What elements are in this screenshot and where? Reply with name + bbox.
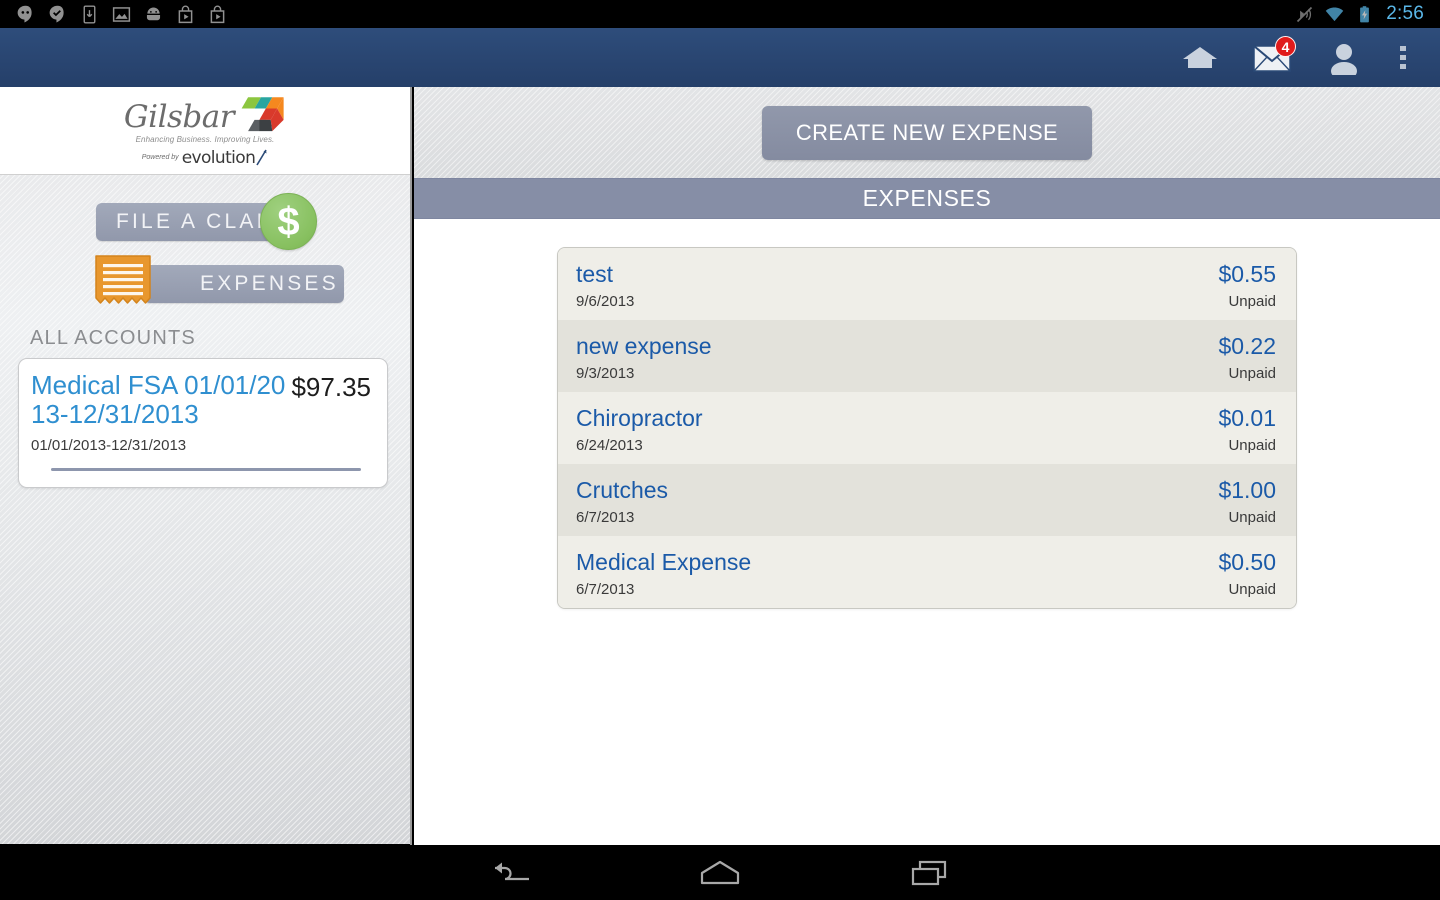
expense-title: new expense: [576, 333, 712, 359]
recents-icon: [911, 860, 947, 885]
mute-icon: [1297, 6, 1313, 22]
expense-date: 6/7/2013: [576, 508, 635, 526]
expense-status: Unpaid: [1228, 364, 1276, 382]
expense-amount: $1.00: [1218, 477, 1276, 503]
evolution-arrow-icon: [256, 149, 267, 166]
expense-row-right: $1.00 Unpaid: [1218, 477, 1276, 526]
logo-tagline: Enhancing Business. Improving Lives.: [135, 134, 275, 144]
expense-date: 9/6/2013: [576, 292, 635, 310]
expense-row-right: $0.01 Unpaid: [1218, 405, 1276, 454]
expense-row-right: $0.55 Unpaid: [1218, 261, 1276, 310]
expense-amount: $0.22: [1218, 333, 1276, 359]
android-icon: [146, 7, 161, 20]
app-action-bar: 4: [0, 28, 1440, 87]
download-icon: [83, 4, 96, 24]
account-progress-bar: [51, 467, 361, 471]
dollar-icon: $: [260, 193, 317, 250]
android-tablet-screen: 2:56 4 Gilsbar Enhancing Business. Impro…: [0, 0, 1440, 900]
expenses-label: EXPENSES: [200, 272, 339, 295]
expenses-list: test 9/6/2013 $0.55 Unpaid new expense 9…: [557, 247, 1297, 609]
gilsbar-arrow-icon: [241, 96, 284, 131]
expenses-list-wrapper: test 9/6/2013 $0.55 Unpaid new expense 9…: [414, 219, 1440, 609]
expense-row[interactable]: Chiropractor 6/24/2013 $0.01 Unpaid: [558, 392, 1296, 464]
person-icon: [1331, 43, 1357, 75]
create-new-expense-button[interactable]: CREATE NEW EXPENSE: [761, 105, 1093, 160]
receipt-icon: [95, 255, 151, 304]
account-balance: $97.35: [291, 372, 371, 402]
expense-status: Unpaid: [1228, 292, 1276, 310]
expense-status: Unpaid: [1228, 580, 1276, 598]
expense-title: Medical Expense: [576, 549, 752, 575]
brand-logo: Gilsbar Enhancing Business. Improving Li…: [0, 87, 410, 175]
expense-row-left: Chiropractor 6/24/2013: [576, 405, 703, 454]
expense-row[interactable]: new expense 9/3/2013 $0.22 Unpaid: [558, 320, 1296, 392]
expense-amount: $0.55: [1218, 261, 1276, 287]
sidebar-body: FILE A CLAIM $ EXPENSES ALL ACCOUNTS Med…: [0, 175, 410, 844]
expense-row-left: test 9/6/2013: [576, 261, 635, 310]
status-bar: 2:56: [0, 0, 1440, 28]
mail-unread-badge: 4: [1275, 36, 1296, 57]
sidebar-item-file-a-claim[interactable]: FILE A CLAIM $: [24, 191, 410, 253]
status-bar-notification-icons: [8, 4, 1294, 25]
play-store-icon-2: [210, 5, 225, 23]
hangouts-icon: [17, 5, 32, 23]
account-card-top-row: Medical FSA 01/01/2013-12/31/2013 $97.35: [31, 370, 371, 430]
expense-row-right: $0.22 Unpaid: [1218, 333, 1276, 382]
expense-date: 6/7/2013: [576, 580, 635, 598]
action-overflow-button[interactable]: [1380, 28, 1426, 87]
nav-home-button[interactable]: [688, 851, 752, 895]
expense-amount: $0.50: [1218, 549, 1276, 575]
expense-date: 6/24/2013: [576, 436, 643, 454]
expense-row-left: Crutches 6/7/2013: [576, 477, 669, 526]
logo-brand-text: Gilsbar: [123, 98, 235, 135]
expense-amount: $0.01: [1218, 405, 1276, 431]
wifi-icon: [1325, 7, 1344, 21]
home-icon: [700, 860, 740, 884]
action-mail-button[interactable]: 4: [1236, 28, 1308, 87]
action-profile-button[interactable]: [1308, 28, 1380, 87]
powered-by-row: Powered by evolution: [142, 148, 269, 168]
battery-charging-icon: [1360, 5, 1370, 22]
account-card-medical-fsa[interactable]: Medical FSA 01/01/2013-12/31/2013 $97.35…: [18, 358, 388, 488]
expense-row[interactable]: Crutches 6/7/2013 $1.00 Unpaid: [558, 464, 1296, 536]
expense-row-left: new expense 9/3/2013: [576, 333, 712, 382]
android-navigation-bar: [0, 845, 1440, 900]
expense-date: 9/3/2013: [576, 364, 635, 382]
home-icon: [1183, 46, 1217, 68]
back-icon: [495, 862, 529, 880]
all-accounts-heading: ALL ACCOUNTS: [30, 327, 196, 349]
expense-title: Crutches: [576, 477, 669, 503]
expense-status: Unpaid: [1228, 436, 1276, 454]
expenses-section-header: EXPENSES: [414, 178, 1440, 219]
main-toolbar: CREATE NEW EXPENSE: [414, 87, 1440, 178]
account-period: 01/01/2013-12/31/2013: [31, 436, 187, 454]
image-icon: [112, 6, 131, 22]
powered-by-prefix: Powered by: [141, 154, 179, 161]
status-bar-system-icons: 2:56: [1294, 3, 1432, 25]
main-content: CREATE NEW EXPENSE EXPENSES test 9/6/201…: [414, 87, 1440, 845]
expense-row-right: $0.50 Unpaid: [1218, 549, 1276, 598]
evolution-brand-text: evolution: [181, 147, 256, 168]
status-bar-clock: 2:56: [1386, 3, 1424, 24]
expense-row-left: Medical Expense 6/7/2013: [576, 549, 752, 598]
play-store-icon: [178, 5, 193, 23]
sidebar-item-expenses[interactable]: EXPENSES: [24, 253, 410, 315]
expense-title: test: [576, 261, 614, 287]
account-name: Medical FSA 01/01/2013-12/31/2013: [31, 370, 286, 430]
nav-recents-button[interactable]: [897, 851, 961, 895]
action-home-button[interactable]: [1164, 28, 1236, 87]
expense-row[interactable]: Medical Expense 6/7/2013 $0.50 Unpaid: [558, 536, 1296, 608]
logo-wordmark-row: Gilsbar: [124, 94, 286, 133]
expenses-pill: EXPENSES: [144, 265, 344, 303]
sidebar: Gilsbar Enhancing Business. Improving Li…: [0, 87, 412, 845]
message-check-icon: [49, 5, 64, 23]
expense-row[interactable]: test 9/6/2013 $0.55 Unpaid: [558, 248, 1296, 320]
overflow-menu-icon: [1400, 45, 1406, 69]
nav-back-button[interactable]: [479, 851, 543, 895]
expense-title: Chiropractor: [576, 405, 703, 431]
expense-status: Unpaid: [1228, 508, 1276, 526]
